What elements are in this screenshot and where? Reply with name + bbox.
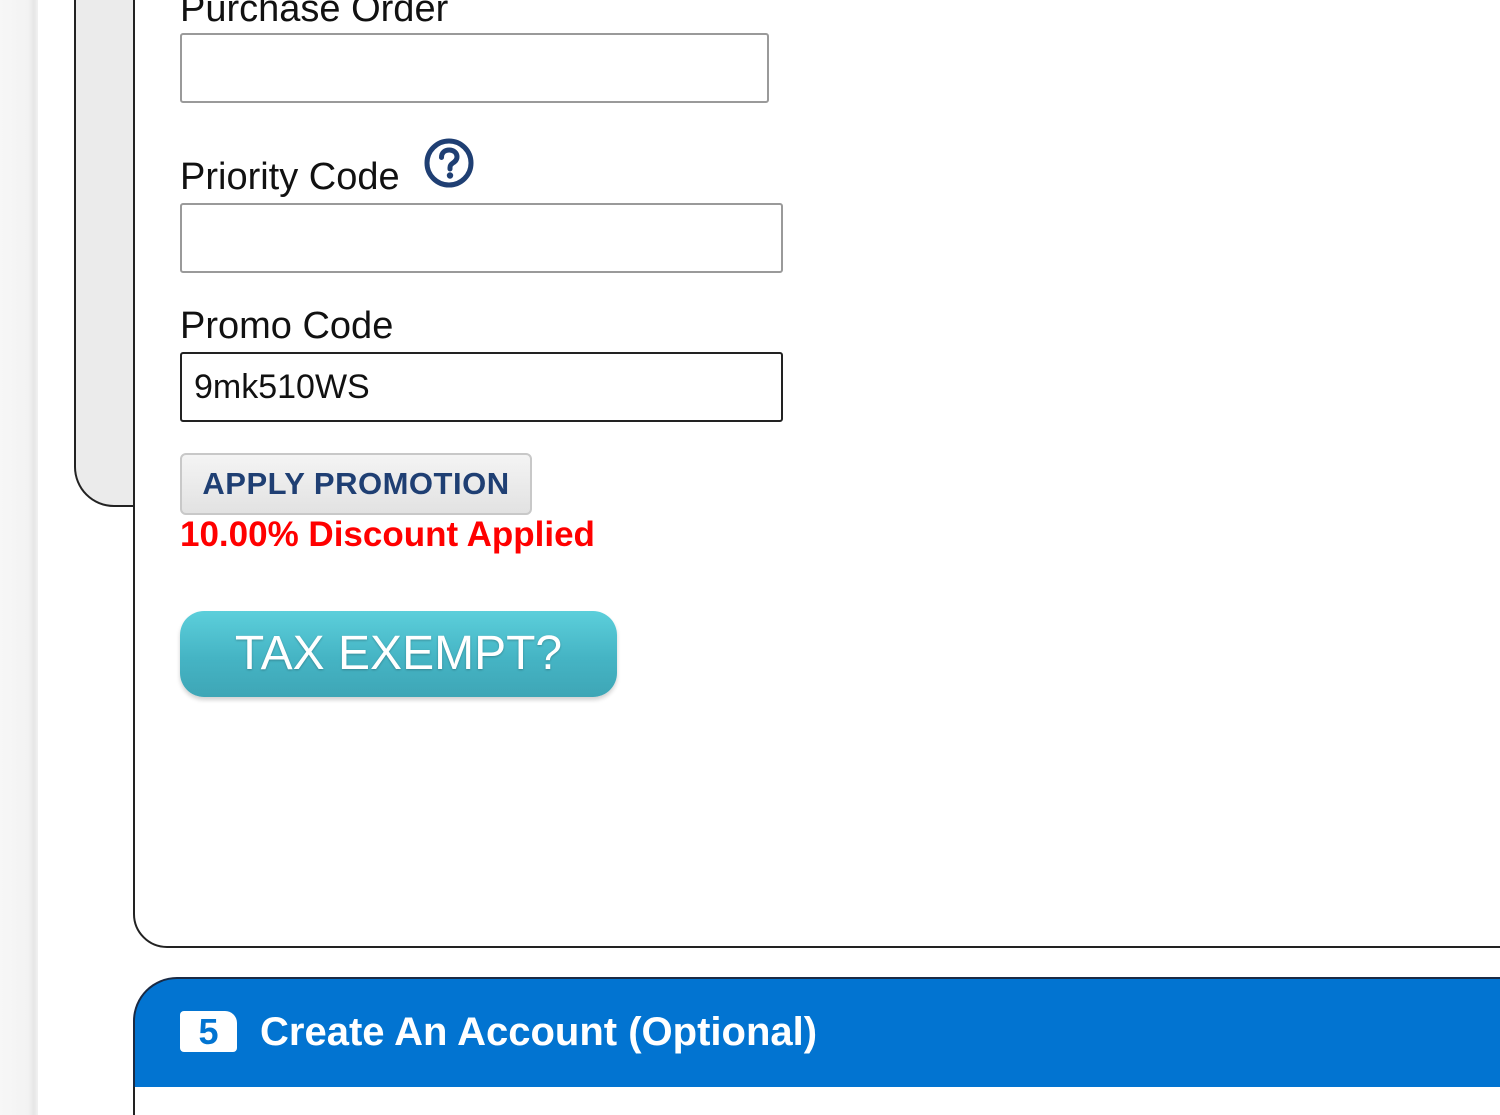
step-number-badge: 5 xyxy=(180,1011,237,1052)
purchase-order-input[interactable] xyxy=(180,33,769,103)
promo-code-input[interactable] xyxy=(180,352,783,422)
question-circle-icon[interactable] xyxy=(422,136,476,190)
create-account-section-body xyxy=(133,1087,1500,1115)
purchase-order-label: Purchase Order xyxy=(180,0,449,30)
discount-applied-message: 10.00% Discount Applied xyxy=(180,515,595,554)
priority-code-input[interactable] xyxy=(180,203,783,273)
create-account-section-title[interactable]: Create An Account (Optional) xyxy=(260,1008,817,1056)
tax-exempt-button[interactable]: TAX EXEMPT? xyxy=(180,611,617,697)
apply-promotion-button[interactable]: APPLY PROMOTION xyxy=(180,453,532,515)
page-left-gutter xyxy=(0,0,38,1115)
promo-code-label: Promo Code xyxy=(180,305,394,347)
checkout-page: Purchase Order Priority Code Promo Code … xyxy=(0,0,1500,1115)
priority-code-label: Priority Code xyxy=(180,156,400,198)
